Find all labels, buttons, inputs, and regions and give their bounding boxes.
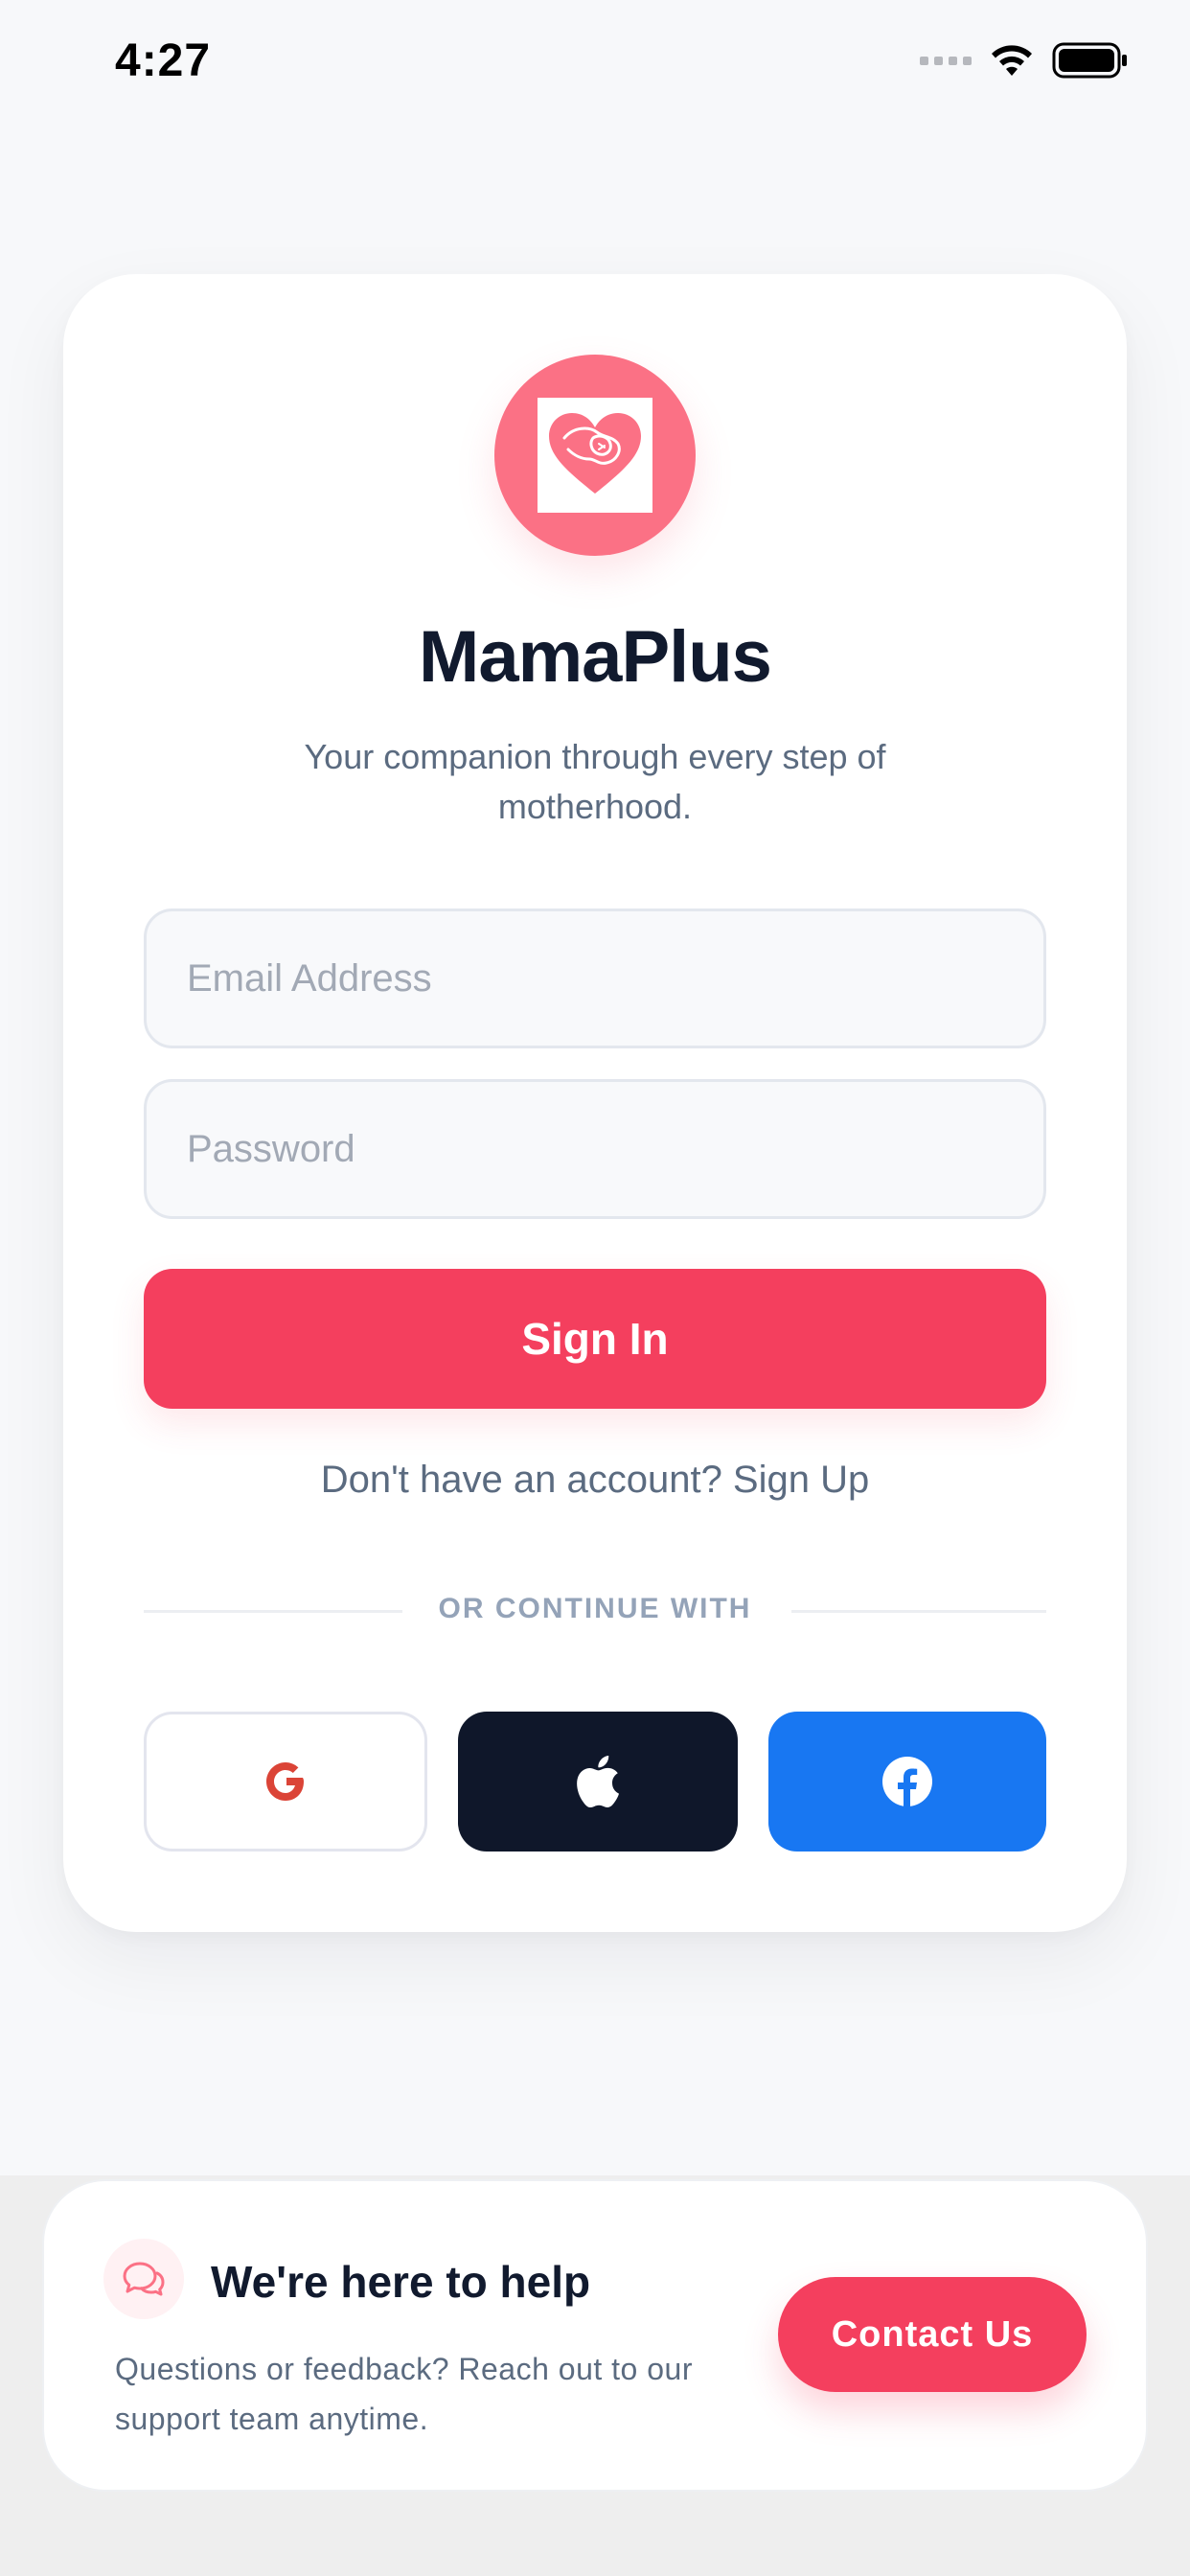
battery-icon [1052,42,1127,79]
email-input[interactable] [144,908,1046,1048]
facebook-sign-in-button[interactable] [768,1712,1046,1852]
heart-hands-icon [538,398,652,513]
apple-sign-in-button[interactable] [458,1712,738,1852]
tagline: Your companion through every step of mot… [304,737,886,826]
chat-bubbles-icon [103,2239,184,2319]
help-card: We're here to help Questions or feedback… [42,2179,1148,2492]
divider-label: OR CONTINUE WITH [438,1593,752,1624]
app-name: MamaPlus [419,616,772,698]
status-bar: 4:27 [0,0,1190,134]
password-input[interactable] [144,1079,1046,1219]
facebook-icon [882,1757,932,1806]
sign-in-button[interactable]: Sign In [144,1269,1046,1409]
login-card: MamaPlus Your companion through every st… [63,274,1127,1932]
google-sign-in-button[interactable] [144,1712,427,1852]
apple-icon [577,1756,619,1807]
divider-right [791,1610,1046,1613]
wifi-icon [992,45,1032,76]
login-screen: 4:27 MamaPlus Your companion through eve… [0,0,1190,2576]
contact-us-button[interactable]: Contact Us [778,2277,1087,2392]
status-icons [920,42,1129,79]
sign-up-link[interactable]: Don't have an account? Sign Up [63,1459,1127,1502]
app-logo [494,355,696,556]
help-title: We're here to help [211,2257,591,2307]
google-icon [266,1762,304,1801]
help-description: Questions or feedback? Reach out to our … [115,2352,693,2436]
cellular-signal-icon [920,56,972,65]
status-time: 4:27 [115,35,212,86]
